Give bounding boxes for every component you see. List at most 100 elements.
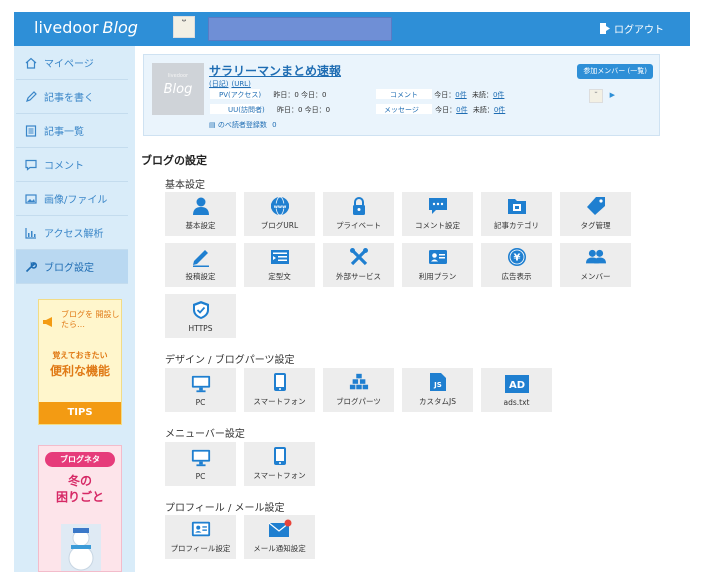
comment-unread-count[interactable]: 0件 (493, 91, 504, 99)
tips-line2: 便利な機能 (49, 364, 110, 378)
js-icon: JS (428, 372, 448, 392)
tag-icon (586, 196, 606, 216)
user-avatar[interactable]: ˘̈ (173, 16, 195, 38)
rss-icon: ▤ (209, 121, 216, 129)
tile-label: コメント設定 (415, 221, 460, 230)
tile-comment-settings[interactable]: コメント設定 (402, 192, 473, 236)
person-icon (191, 196, 211, 216)
tile-label: メンバー (580, 272, 611, 281)
tile-menubar-pc[interactable]: PC (165, 442, 236, 486)
url-link[interactable]: (URL) (231, 80, 250, 88)
blog-sub-links: (日記) (URL) (209, 79, 254, 89)
diary-link[interactable]: (日記) (209, 80, 228, 88)
tips-footer: TIPS (39, 402, 121, 424)
comment-label: コメント (390, 91, 418, 99)
tile-category[interactable]: 記事カテゴリ (481, 192, 552, 236)
blog-thumbnail[interactable]: livedoor Blog (152, 63, 204, 115)
readers-label: のべ読者登録数 (217, 121, 267, 129)
tile-basic-settings[interactable]: 基本設定 (165, 192, 236, 236)
thumb-text: Blog (163, 81, 193, 97)
sidebar-item-blog-settings[interactable]: ブログ設定 (16, 250, 128, 284)
tools-icon (349, 247, 369, 267)
tile-blog-url[interactable]: www ブログURL (244, 192, 315, 236)
member-avatar[interactable]: ˘̈ (589, 89, 603, 103)
message-unread-count[interactable]: 0件 (494, 106, 505, 114)
tile-label: ads.txt (503, 398, 530, 407)
tile-plan[interactable]: 利用プラン (402, 243, 473, 287)
logout-label: ログアウト (614, 25, 664, 36)
tile-label: メール通知設定 (253, 544, 306, 553)
tile-members[interactable]: メンバー (560, 243, 631, 287)
sidebar-item-write[interactable]: 記事を書く (16, 80, 128, 114)
tile-label: タグ管理 (580, 221, 611, 230)
wrench-icon (24, 260, 38, 274)
tile-mail-notification[interactable]: メール通知設定 (244, 515, 315, 559)
message-count[interactable]: 0件 (456, 106, 467, 114)
readers-stat: ▤ のべ読者登録数 0 (209, 120, 277, 130)
sidebar-item-label: 記事を書く (44, 93, 94, 104)
section-title-profile: プロフィール / メール設定 (165, 503, 285, 514)
tips-line1: 覚えておきたい (52, 351, 108, 360)
folder-icon (507, 196, 527, 216)
mail-icon (268, 519, 292, 539)
tile-design-smartphone[interactable]: スマートフォン (244, 368, 315, 412)
smartphone-icon (270, 372, 290, 392)
site-logo[interactable]: livedoor Blog (34, 18, 138, 37)
sidebar-item-label: マイページ (44, 59, 94, 70)
section-title-menubar: メニューバー設定 (165, 429, 245, 440)
tile-label: PC (195, 398, 206, 407)
members-icon (585, 247, 606, 267)
member-list-button[interactable]: 参加メンバー (一覧) (577, 64, 653, 79)
tile-ads[interactable]: ¥ 広告表示 (481, 243, 552, 287)
tile-private[interactable]: プライベート (323, 192, 394, 236)
tile-blog-parts[interactable]: ブログパーツ (323, 368, 394, 412)
tile-https[interactable]: HTTPS (165, 294, 236, 338)
monitor-icon (191, 448, 211, 468)
tile-custom-js[interactable]: JS カスタムJS (402, 368, 473, 412)
tile-ads-txt[interactable]: AD ads.txt (481, 368, 552, 412)
image-icon (24, 192, 38, 206)
sidebar-item-label: ブログ設定 (44, 263, 94, 274)
section-title-basic: 基本設定 (165, 180, 205, 191)
sidebar-item-analytics[interactable]: アクセス解析 (16, 216, 128, 250)
section-title-design: デザイン / ブログパーツ設定 (165, 355, 295, 366)
tile-external-service[interactable]: 外部サービス (323, 243, 394, 287)
blog-summary-card: livedoor Blog サラリーマンまとめ速報 (日記) (URL) PV(ア… (143, 54, 660, 136)
yen-glyph: ¥ (513, 253, 520, 264)
tile-post-settings[interactable]: 投稿設定 (165, 243, 236, 287)
comment-icon (428, 196, 448, 216)
caret-right-icon[interactable]: ▶ (610, 91, 615, 99)
logout-icon (600, 23, 610, 34)
tile-label: ブログパーツ (336, 397, 381, 406)
message-unread-label: 未読： (472, 106, 494, 114)
sidebar-item-mypage[interactable]: マイページ (16, 46, 128, 80)
comment-count[interactable]: 0件 (455, 91, 466, 99)
comment-stat: コメント 今日：0件 未読：0件 (390, 90, 504, 100)
tile-label: プライベート (336, 221, 381, 230)
neta-line2: 困りごと (55, 490, 104, 504)
sidebar-item-images[interactable]: 画像/ファイル (16, 182, 128, 216)
pv-label: PV(アクセス) (219, 91, 262, 99)
tile-design-pc[interactable]: PC (165, 368, 236, 412)
blog-title-link[interactable]: サラリーマンまとめ速報 (209, 62, 341, 79)
tile-label: 基本設定 (185, 221, 216, 230)
tile-menubar-smartphone[interactable]: スマートフォン (244, 442, 315, 486)
snowman-icon (61, 524, 101, 571)
blog-neta-banner[interactable]: ブログネタ 冬の 困りごと (38, 445, 122, 572)
user-name-box[interactable] (208, 17, 392, 41)
message-today-label: 今日： (435, 106, 457, 114)
tile-template[interactable]: 定型文 (244, 243, 315, 287)
smartphone-icon (270, 446, 290, 466)
sidebar-item-label: 画像/ファイル (44, 195, 108, 206)
sidebar-item-comments[interactable]: コメント (16, 148, 128, 182)
comment-today-label: 今日： (434, 91, 456, 99)
list-icon (24, 124, 38, 138)
logout-button[interactable]: ログアウト (600, 21, 664, 36)
neta-badge: ブログネタ (45, 452, 115, 467)
tile-tag[interactable]: タグ管理 (560, 192, 631, 236)
tips-banner[interactable]: ブログを 開設したら… 覚えておきたい 便利な機能 TIPS (38, 299, 122, 425)
tile-profile-settings[interactable]: プロフィール設定 (165, 515, 236, 559)
sidebar-item-articles[interactable]: 記事一覧 (16, 114, 128, 148)
pencil-icon (191, 247, 211, 267)
comment-unread-label: 未読： (471, 91, 493, 99)
